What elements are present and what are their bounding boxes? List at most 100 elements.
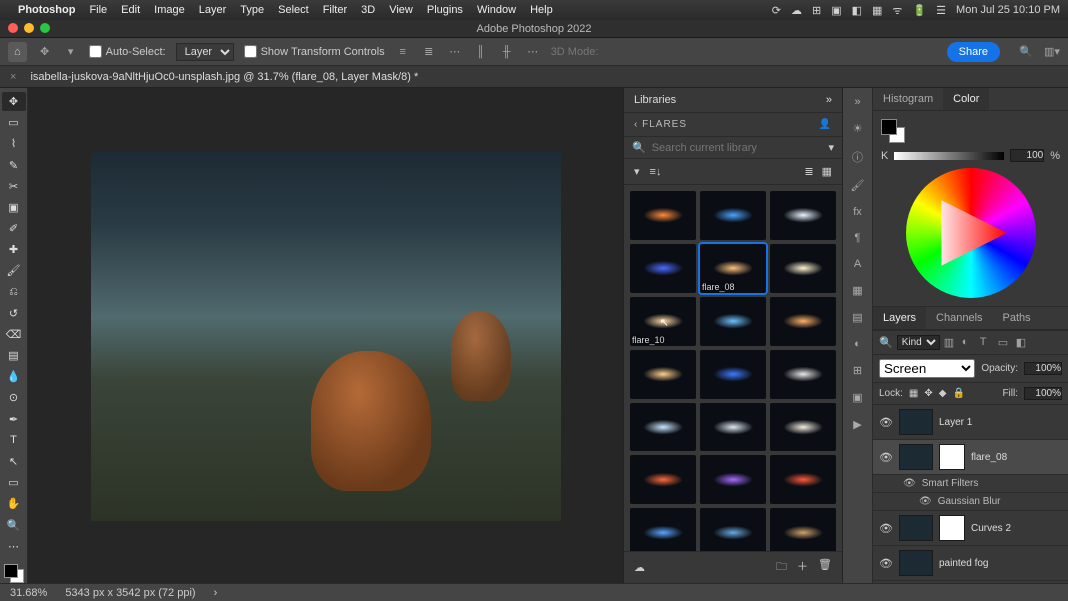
library-item[interactable] xyxy=(770,508,836,551)
clock[interactable]: Mon Jul 25 10:10 PM xyxy=(956,4,1060,16)
zoom-readout[interactable]: 31.68% xyxy=(10,587,47,599)
visibility-toggle[interactable]: 👁 xyxy=(919,496,932,507)
filter-shape-icon[interactable]: ▭ xyxy=(998,336,1012,350)
home-button[interactable]: ⌂ xyxy=(8,42,27,62)
k-value-input[interactable] xyxy=(1010,149,1044,162)
library-item[interactable]: flare_10↖ xyxy=(630,297,696,346)
status-icon[interactable]: ▦ xyxy=(872,4,882,17)
fg-swatch[interactable] xyxy=(881,119,897,135)
tab-layers[interactable]: Layers xyxy=(873,307,926,329)
menu-view[interactable]: View xyxy=(389,4,413,16)
menu-file[interactable]: File xyxy=(89,4,107,16)
document-tab[interactable]: isabella-juskova-9aNltHjuOc0-unsplash.jp… xyxy=(22,68,426,86)
align-icon[interactable]: ≣ xyxy=(421,44,437,60)
menu-plugins[interactable]: Plugins xyxy=(427,4,463,16)
path-select-tool[interactable]: ↖ xyxy=(2,452,26,471)
filter-adjust-icon[interactable]: ◐ xyxy=(962,336,976,350)
delete-icon[interactable]: 🗑 xyxy=(818,558,832,577)
library-item[interactable] xyxy=(630,403,696,452)
auto-select-target[interactable]: Layer xyxy=(176,43,234,61)
library-item[interactable] xyxy=(700,191,766,240)
tab-paths[interactable]: Paths xyxy=(993,307,1041,329)
panel-icon[interactable]: ¶ xyxy=(855,232,861,244)
share-button[interactable]: Share xyxy=(947,42,1000,62)
wifi-icon[interactable]: ᯤ xyxy=(892,3,902,18)
lock-position-icon[interactable]: ✥ xyxy=(924,388,932,399)
traffic-lights[interactable] xyxy=(8,23,50,33)
library-item[interactable] xyxy=(630,244,696,293)
status-icon[interactable]: ◧ xyxy=(852,4,862,17)
grid-view-icon[interactable]: ▦ xyxy=(822,165,832,178)
libraries-title[interactable]: Libraries xyxy=(634,94,676,106)
kind-select[interactable]: Kind xyxy=(897,335,940,350)
add-content-icon[interactable]: ＋ xyxy=(797,558,808,577)
layer-mask-thumbnail[interactable] xyxy=(939,444,965,470)
move-tool[interactable]: ✥ xyxy=(2,92,26,111)
foreground-background-swatch[interactable] xyxy=(4,564,24,583)
distribute-icon[interactable]: ╫ xyxy=(499,44,515,60)
status-icon[interactable]: ▣ xyxy=(831,4,841,17)
libraries-breadcrumb[interactable]: ‹ FLARES 👤 xyxy=(624,113,842,137)
panel-icon[interactable]: ⊞ xyxy=(853,364,862,377)
library-item[interactable] xyxy=(630,191,696,240)
history-brush-tool[interactable]: ↺ xyxy=(2,304,26,323)
collapse-panel-icon[interactable]: » xyxy=(826,94,832,106)
library-item[interactable] xyxy=(700,508,766,551)
panel-icon[interactable]: fx xyxy=(853,206,862,218)
panel-icon[interactable]: ▤ xyxy=(852,311,862,324)
menu-type[interactable]: Type xyxy=(240,4,264,16)
align-icon[interactable]: ≡ xyxy=(395,44,411,60)
filter-icon[interactable]: ▾ xyxy=(634,165,640,178)
control-center-icon[interactable]: ☰ xyxy=(936,4,946,17)
library-item[interactable] xyxy=(770,244,836,293)
library-item[interactable] xyxy=(700,297,766,346)
gradient-tool[interactable]: ▤ xyxy=(2,346,26,365)
frame-tool[interactable]: ▣ xyxy=(2,198,26,217)
show-transform-control[interactable]: Show Transform Controls xyxy=(244,45,385,58)
status-icon[interactable]: ☁︎ xyxy=(791,4,802,17)
library-item[interactable]: flare_08 xyxy=(700,244,766,293)
opacity-input[interactable] xyxy=(1024,362,1062,375)
edit-toolbar[interactable]: ⋯ xyxy=(2,537,26,556)
healing-brush-tool[interactable]: ✚ xyxy=(2,240,26,259)
color-triangle[interactable] xyxy=(934,197,1007,270)
layer-thumbnail[interactable] xyxy=(899,550,933,576)
align-icon[interactable]: ⋯ xyxy=(447,44,463,60)
visibility-toggle[interactable]: 👁 xyxy=(879,451,893,464)
smart-filter-item[interactable]: 👁Smart Filters xyxy=(873,475,1068,493)
sort-icon[interactable]: ≡↓ xyxy=(650,166,662,178)
visibility-toggle[interactable]: 👁 xyxy=(903,478,916,489)
document-canvas[interactable] xyxy=(91,151,561,521)
filter-pixel-icon[interactable]: ▥ xyxy=(944,336,958,350)
status-icon[interactable]: ⊞ xyxy=(812,4,821,17)
filter-type-icon[interactable]: T xyxy=(980,336,994,350)
distribute-icon[interactable]: ║ xyxy=(473,44,489,60)
library-item[interactable] xyxy=(700,403,766,452)
fill-input[interactable] xyxy=(1024,387,1062,400)
auto-select-checkbox[interactable] xyxy=(89,45,102,58)
battery-icon[interactable]: 🔋 xyxy=(912,4,926,17)
eraser-tool[interactable]: ⌫ xyxy=(2,325,26,344)
panel-icon[interactable]: ▣ xyxy=(852,391,862,404)
library-item[interactable] xyxy=(770,350,836,399)
marquee-tool[interactable]: ▭ xyxy=(2,113,26,132)
app-name[interactable]: Photoshop xyxy=(18,4,75,16)
layer-thumbnail[interactable] xyxy=(899,444,933,470)
panel-icon[interactable]: A xyxy=(854,258,861,270)
dropdown-icon[interactable]: ▾ xyxy=(63,44,79,60)
library-item[interactable] xyxy=(700,455,766,504)
invite-icon[interactable]: 👤 xyxy=(819,119,832,130)
pen-tool[interactable]: ✒ xyxy=(2,410,26,429)
panel-icon[interactable]: ◐ xyxy=(854,338,861,350)
dodge-tool[interactable]: ⊙ xyxy=(2,388,26,407)
layer-thumbnail[interactable] xyxy=(899,515,933,541)
close-window-icon[interactable] xyxy=(8,23,18,33)
menu-select[interactable]: Select xyxy=(278,4,309,16)
layer-row[interactable]: 👁painted fog xyxy=(873,546,1068,581)
show-transform-checkbox[interactable] xyxy=(244,45,257,58)
tab-color[interactable]: Color xyxy=(943,88,989,110)
menu-3d[interactable]: 3D xyxy=(361,4,375,16)
library-item[interactable] xyxy=(630,455,696,504)
libraries-search-input[interactable] xyxy=(652,142,829,154)
auto-select-control[interactable]: Auto-Select: xyxy=(89,45,166,58)
